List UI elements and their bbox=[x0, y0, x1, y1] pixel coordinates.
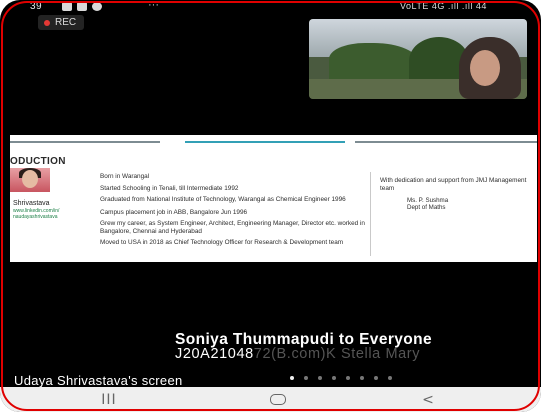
message-icon bbox=[62, 2, 72, 11]
bio-item: Born in Warangal bbox=[100, 173, 150, 180]
acknowledgement-text: With dedication and support from JMJ Man… bbox=[380, 177, 527, 192]
meeting-view: 39 ··· VoLTE 4G .ıll .ıll 44 REC ODUCTIO… bbox=[0, 0, 541, 412]
record-dot-icon bbox=[44, 19, 50, 26]
page-dot[interactable] bbox=[388, 376, 392, 380]
acknowledgement: With dedication and support from JMJ Man… bbox=[380, 177, 540, 192]
recording-label: REC bbox=[55, 17, 77, 28]
presenter-link: www.linkedin.com/in/ naudayashrivastava bbox=[13, 208, 60, 220]
chat-text-main: J20A21048 bbox=[175, 346, 254, 362]
screen-share-label: Udaya Shrivastava's screen bbox=[14, 373, 183, 388]
page-dot[interactable] bbox=[346, 376, 350, 380]
slide-rule-accent bbox=[185, 141, 345, 143]
bio-item: Started Schooling in Tenali, till Interm… bbox=[100, 184, 239, 192]
network-status: VoLTE 4G .ıll .ıll 44 bbox=[400, 1, 487, 11]
column-divider bbox=[370, 172, 371, 256]
presenter-photo bbox=[10, 168, 50, 192]
page-dot[interactable] bbox=[304, 376, 308, 380]
android-nav-bar: III < bbox=[0, 387, 541, 412]
page-dot[interactable] bbox=[360, 376, 364, 380]
page-dot-active[interactable] bbox=[290, 376, 294, 380]
slide-rule bbox=[10, 141, 160, 143]
more-notifications-icon: ··· bbox=[148, 0, 159, 11]
slide-section-title: ODUCTION bbox=[10, 156, 66, 167]
signature-block: Ms. P. Sushma Dept of Maths bbox=[407, 197, 448, 211]
notification-icons bbox=[62, 0, 102, 11]
bio-list: Born in Warangal Started Schooling in Te… bbox=[100, 173, 370, 247]
bio-item: Campus placement job in ABB, Bangalore J… bbox=[100, 208, 248, 216]
status-time: 39 bbox=[30, 1, 43, 12]
home-button[interactable] bbox=[258, 391, 298, 409]
gallery-icon bbox=[77, 2, 87, 11]
bio-item: Moved to USA in 2018 as Chief Technology… bbox=[100, 239, 344, 246]
shared-slide[interactable]: ODUCTION Shrivastava www.linkedin.com/in… bbox=[10, 135, 537, 262]
home-icon bbox=[270, 394, 286, 405]
signature-dept: Dept of Maths bbox=[407, 204, 446, 211]
page-dot[interactable] bbox=[374, 376, 378, 380]
bio-item: Graduated from National Institute of Tec… bbox=[100, 196, 346, 203]
status-bar: 39 ··· VoLTE 4G .ıll .ıll 44 bbox=[0, 0, 541, 14]
bio-item: Grew my career, as System Engineer, Arch… bbox=[100, 220, 365, 235]
page-dot[interactable] bbox=[332, 376, 336, 380]
page-dot[interactable] bbox=[318, 376, 322, 380]
phone-screen: 39 ··· VoLTE 4G .ıll .ıll 44 REC ODUCTIO… bbox=[0, 0, 541, 412]
page-indicator[interactable] bbox=[290, 376, 392, 380]
chat-text-faded: 72(B.com)K Stella Mary bbox=[253, 346, 421, 362]
signature-name: Ms. P. Sushma bbox=[407, 197, 449, 204]
chat-message-text: J20A2104872(B.com)K Stella Mary bbox=[175, 346, 420, 362]
slide-rule bbox=[355, 141, 537, 143]
presenter-name: Shrivastava bbox=[13, 200, 50, 207]
recent-apps-button[interactable]: III bbox=[89, 391, 129, 409]
whatsapp-icon bbox=[92, 2, 102, 11]
recording-indicator: REC bbox=[38, 15, 85, 30]
participant-video-thumbnail[interactable] bbox=[309, 19, 527, 99]
back-button[interactable]: < bbox=[408, 391, 448, 409]
